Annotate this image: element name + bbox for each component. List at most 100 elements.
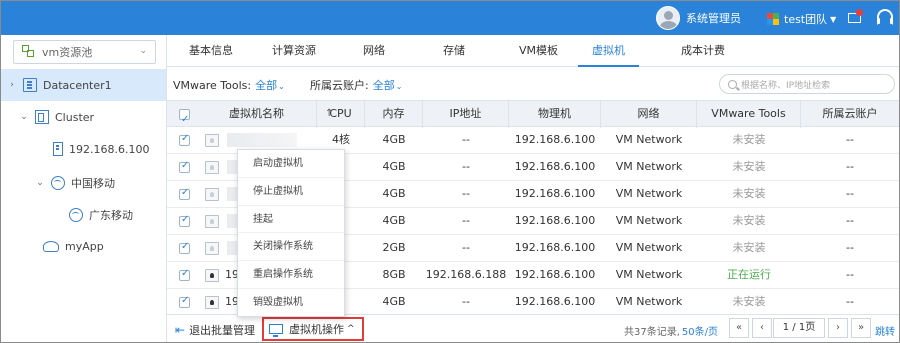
tree-item-label: 广东移动 [89, 209, 133, 222]
cell-account: -- [846, 160, 854, 173]
column-header: VMware Tools [697, 101, 801, 128]
chevron-down-icon[interactable]: ⌄ [19, 112, 29, 122]
menu-item-shutdown-os[interactable]: 关闭操作系统 [238, 233, 344, 262]
cell-account: -- [846, 241, 854, 254]
chevron-down-icon[interactable]: ⌄ [35, 178, 45, 188]
tree-item-label: Datacenter1 [43, 78, 112, 92]
prev-page-button[interactable]: ‹ [752, 318, 772, 338]
team-name[interactable]: test团队 [784, 11, 827, 27]
tab-network[interactable]: 网络 [363, 35, 385, 67]
cell-tools: 未安装 [732, 241, 766, 254]
cell-host: 192.168.6.100 [514, 241, 596, 254]
chevron-down-icon[interactable]: ⌄ [396, 82, 403, 91]
tree-item-myapp[interactable]: myApp [1, 230, 166, 262]
mail-icon[interactable] [847, 9, 863, 25]
cell-account: -- [846, 295, 854, 308]
row-checkbox[interactable] [179, 241, 190, 254]
tab-compute[interactable]: 计算资源 [272, 35, 316, 67]
menu-item-destroy-vm[interactable]: 销毁虚拟机 [238, 289, 344, 317]
tab-bar: 基本信息 计算资源 网络 存储 VM模板 虚拟机 成本计费 [167, 35, 899, 67]
monitor-icon [269, 324, 283, 337]
tree-item-host[interactable]: 192.168.6.100 [1, 133, 166, 165]
next-page-button[interactable]: › [828, 318, 848, 338]
row-checkbox[interactable] [179, 187, 190, 200]
last-page-button[interactable]: » [851, 318, 871, 338]
user-menu[interactable]: 系统管理员 [656, 6, 741, 30]
cell-memory: 4GB [382, 160, 406, 173]
tab-virtual-machines[interactable]: 虚拟机 [578, 35, 639, 67]
cell-host: 192.168.6.100 [514, 133, 596, 146]
headset-icon[interactable] [877, 9, 893, 25]
cell-ip: -- [462, 241, 470, 254]
os-icon [205, 134, 219, 147]
user-name[interactable]: 系统管理员 [686, 10, 741, 26]
cell-account: -- [846, 187, 854, 200]
exit-batch-button[interactable]: ⇤ 退出批量管理 [175, 322, 255, 338]
first-page-button[interactable]: « [729, 318, 749, 338]
cell-tools: 未安装 [732, 187, 766, 200]
account-filter-value[interactable]: 全部 [373, 79, 395, 92]
column-header: CPU [317, 101, 365, 128]
column-header: IP地址 [423, 101, 509, 128]
globe-icon [51, 176, 65, 190]
menu-item-suspend[interactable]: 挂起 [238, 206, 344, 234]
tree-item-china-mobile[interactable]: ⌄ 中国移动 [1, 167, 166, 199]
tab-vm-template[interactable]: VM模板 [519, 35, 558, 67]
tree-item-cluster[interactable]: ⌄ Cluster [1, 101, 166, 133]
select-all-checkbox[interactable] [179, 107, 190, 133]
datacenter-icon [23, 78, 37, 92]
tab-storage[interactable]: 存储 [443, 35, 465, 67]
page-size-select[interactable]: 50条/页 [682, 327, 718, 338]
record-count: 共37条记录, 50条/页 [624, 323, 718, 338]
cell-ip: -- [462, 214, 470, 227]
row-checkbox[interactable] [179, 133, 190, 146]
sidebar: vm资源池 ⌄ › Datacenter1 ⌄ Cluster 192.168.… [1, 35, 167, 342]
cell-account: -- [846, 268, 854, 281]
chevron-down-icon: ▼ [830, 14, 837, 24]
avatar[interactable] [656, 6, 680, 30]
tab-basic-info[interactable]: 基本信息 [189, 35, 233, 67]
row-checkbox[interactable] [179, 268, 190, 281]
row-checkbox[interactable] [179, 295, 190, 308]
menu-item-start-vm[interactable]: 启动虚拟机 [238, 150, 344, 178]
tree-item-guangdong-mobile[interactable]: 广东移动 [1, 199, 166, 231]
chevron-down-icon[interactable]: ⌄ [278, 82, 285, 91]
host-icon [53, 142, 63, 156]
tools-filter-value[interactable]: 全部 [255, 79, 277, 92]
search-input[interactable]: 根据名称、IP地址检索 [719, 74, 895, 94]
cell-ip: -- [462, 133, 470, 146]
resource-pool-select[interactable]: vm资源池 ⌄ [13, 40, 156, 64]
page-indicator[interactable]: 1 / 1页 [773, 318, 825, 338]
cell-ip: 192.168.6.188 [425, 268, 507, 281]
search-placeholder: 根据名称、IP地址检索 [741, 80, 831, 91]
chevron-up-icon: ^ [347, 324, 355, 334]
cell-ip: -- [462, 160, 470, 173]
tree-item-label: myApp [65, 239, 104, 253]
vm-operations-button[interactable]: 虚拟机操作 ^ [262, 317, 364, 341]
account-filter-label: 所属云账户: [310, 79, 369, 92]
team-switcher[interactable]: test团队 ▼ [767, 11, 836, 27]
row-checkbox[interactable] [179, 160, 190, 173]
row-checkbox[interactable] [179, 214, 190, 227]
tree-item-datacenter[interactable]: › Datacenter1 [1, 69, 166, 101]
notification-dot [856, 9, 863, 16]
cell-host: 192.168.6.100 [514, 214, 596, 227]
column-header[interactable]: 虚拟机名称 ↑ [197, 101, 333, 128]
cell-network: VM Network [615, 241, 683, 254]
cell-network: VM Network [615, 187, 683, 200]
column-header: 所属云账户 [822, 107, 878, 120]
cell-memory: 4GB [382, 214, 406, 227]
menu-item-stop-vm[interactable]: 停止虚拟机 [238, 178, 344, 206]
cell-memory: 2GB [382, 241, 406, 254]
linux-os-icon [205, 269, 219, 282]
top-bar: 系统管理员 test团队 ▼ [1, 1, 899, 35]
cell-tools: 正在运行 [727, 268, 771, 281]
cell-tools: 未安装 [732, 214, 766, 227]
tab-cost-billing[interactable]: 成本计费 [681, 35, 725, 67]
app-icon [43, 240, 59, 252]
tree-item-label: Cluster [55, 110, 95, 124]
menu-item-restart-os[interactable]: 重启操作系统 [238, 261, 344, 289]
jump-button[interactable]: 跳转 [875, 323, 895, 338]
table-footer: ⇤ 退出批量管理 虚拟机操作 ^ 共37条记录, 50条/页 « ‹ 1 / 1页… [167, 314, 899, 342]
chevron-right-icon[interactable]: › [7, 80, 17, 90]
